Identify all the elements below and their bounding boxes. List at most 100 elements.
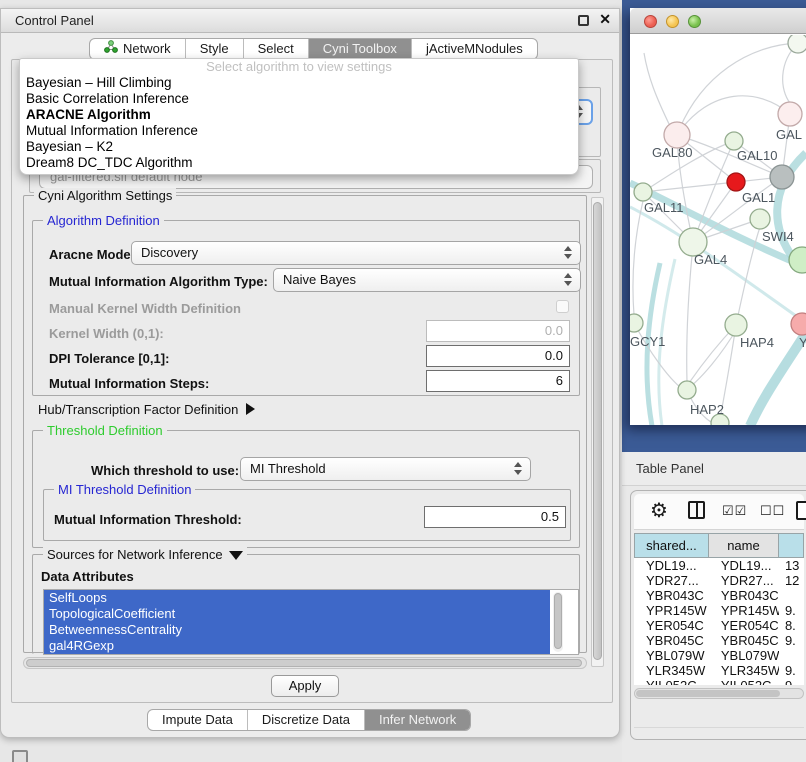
export-table-icon[interactable] (796, 501, 806, 520)
dropdown-item-bayesian-k2[interactable]: Bayesian – K2 (20, 139, 578, 155)
close-traffic-light-icon[interactable] (644, 15, 657, 28)
attribute-selfloops[interactable]: SelfLoops (44, 590, 550, 606)
float-window-icon[interactable] (578, 15, 589, 26)
combo-stepper-icon (564, 246, 573, 259)
network-node-gcy1[interactable] (630, 314, 643, 332)
scrollbar-thumb[interactable] (26, 659, 582, 667)
table-horizontal-scrollbar[interactable] (634, 688, 804, 699)
expanded-arrow-icon[interactable] (229, 551, 243, 560)
dropdown-item-dream8-dc-tdc-algorithm[interactable]: Dream8 DC_TDC Algorithm (20, 155, 578, 171)
table-row[interactable]: YPR145WYPR145W9. (634, 603, 804, 618)
column-header-cut[interactable] (779, 533, 804, 558)
columns-icon[interactable] (688, 501, 705, 519)
dropdown-item-basic-correlation-inference[interactable]: Basic Correlation Inference (20, 91, 578, 107)
show-columns-icon[interactable]: ☑☑ (722, 503, 747, 519)
apply-button[interactable]: Apply (271, 675, 339, 697)
table-row[interactable]: YBR043CYBR043C (634, 588, 804, 603)
network-graph[interactable]: GALGAL80GAL10GAL1GAL11SWI4GAL4GCY1HAP4YH… (630, 35, 806, 425)
tab-cyni-toolbox[interactable]: Cyni Toolbox (309, 39, 412, 59)
table-row[interactable]: YDL19...YDL19...13 (634, 558, 804, 573)
mi-threshold-field[interactable]: 0.5 (424, 506, 566, 528)
mi-type-value: Naive Bayes (283, 272, 356, 287)
network-node-hap2[interactable] (678, 381, 696, 399)
tab-jactivemnodules[interactable]: jActiveMNodules (412, 39, 537, 59)
table-cell: YBR045C (709, 633, 779, 648)
table-panel-titlebar: Table Panel (622, 452, 806, 486)
tab-infer-network[interactable]: Infer Network (365, 710, 470, 730)
network-edge (687, 245, 693, 382)
table-cell: YDL19... (709, 558, 779, 573)
table-row[interactable]: YIL052CYIL052C9 (634, 678, 804, 685)
aracne-mode-value: Discovery (141, 245, 198, 260)
tab-network[interactable]: Network (90, 39, 186, 59)
table-cell: YBL079W (709, 648, 779, 663)
list-vertical-scrollbar[interactable] (553, 592, 563, 652)
attribute-topologicalcoefficient[interactable]: TopologicalCoefficient (44, 606, 550, 622)
attribute-gal4rgexp[interactable]: gal4RGexp (44, 638, 550, 654)
tab-style[interactable]: Style (186, 39, 244, 59)
mi-type-combobox[interactable]: Naive Bayes (273, 268, 581, 292)
attribute-betweennesscentrality[interactable]: BetweennessCentrality (44, 622, 550, 638)
table-cell: YDL19... (634, 558, 709, 573)
column-header-name[interactable]: name (709, 533, 779, 558)
scrollbar-thumb[interactable] (636, 690, 780, 697)
node-label-gal: GAL (776, 127, 802, 142)
scrollbar-thumb[interactable] (593, 202, 602, 660)
tab-discretize-data[interactable]: Discretize Data (248, 710, 365, 730)
table-row[interactable]: YDR27...YDR27...12 (634, 573, 804, 588)
close-icon[interactable]: ✕ (599, 11, 611, 28)
network-node-y[interactable] (791, 313, 806, 335)
network-node-gal11[interactable] (634, 183, 652, 201)
table-window: ⚙ ☑☑ ☐☐ shared...name YDL19...YDL19...13… (630, 490, 806, 740)
gear-icon[interactable]: ⚙ (650, 498, 668, 523)
data-attributes-list[interactable]: SelfLoopsTopologicalCoefficientBetweenne… (43, 589, 579, 655)
combo-stepper-icon (564, 273, 573, 286)
aracne-mode-combobox[interactable]: Discovery (131, 241, 581, 265)
table-cell: YIL052C (709, 678, 779, 685)
table-row[interactable]: YER054CYER054C8. (634, 618, 804, 633)
zoom-traffic-light-icon[interactable] (688, 15, 701, 28)
dropdown-items: Bayesian – Hill ClimbingBasic Correlatio… (20, 75, 578, 171)
manual-kernel-checkbox[interactable] (556, 300, 569, 313)
network-node[interactable] (788, 35, 806, 53)
scrollbar-thumb[interactable] (554, 593, 562, 649)
network-node-gal1[interactable] (727, 173, 745, 191)
combo-stepper-icon (514, 462, 523, 475)
network-node-swi4[interactable] (750, 209, 770, 229)
dropdown-item-aracne-algorithm[interactable]: ARACNE Algorithm (20, 107, 578, 123)
dropdown-item-bayesian-hill-climbing[interactable]: Bayesian – Hill Climbing (20, 75, 578, 91)
minimize-traffic-light-icon[interactable] (666, 15, 679, 28)
table-row[interactable]: YLR345WYLR345W9. (634, 663, 804, 678)
mi-steps-field[interactable]: 6 (426, 370, 570, 392)
network-node[interactable] (770, 165, 794, 189)
network-node-hap4[interactable] (725, 314, 747, 336)
dropdown-placeholder: Select algorithm to view settings (20, 59, 578, 75)
kernel-width-field[interactable]: 0.0 (426, 320, 570, 342)
table-body: YDL19...YDL19...13YDR27...YDR27...12YBR0… (634, 558, 804, 685)
network-window-titlebar[interactable] (630, 8, 806, 34)
which-threshold-combobox[interactable]: MI Threshold (240, 457, 531, 481)
collapsed-panel-icon[interactable] (12, 750, 28, 762)
group-title: MI Threshold Definition (54, 482, 195, 497)
table-row[interactable]: YBL079WYBL079W (634, 648, 804, 663)
network-node-gal[interactable] (778, 102, 802, 126)
column-header-shared[interactable]: shared... (634, 533, 709, 558)
dpi-tolerance-field[interactable]: 0.0 (426, 345, 570, 367)
node-label-gal10: GAL10 (737, 148, 777, 163)
table-window-footer (634, 727, 804, 735)
mi-threshold-label: Mutual Information Threshold: (54, 512, 242, 527)
table-row[interactable]: YBR045CYBR045C9. (634, 633, 804, 648)
dropdown-item-mutual-information-inference[interactable]: Mutual Information Inference (20, 123, 578, 139)
group-title: Algorithm Definition (43, 213, 164, 228)
table-cell: YER054C (634, 618, 709, 633)
tab-label: Cyni Toolbox (323, 39, 397, 59)
tab-select[interactable]: Select (244, 39, 309, 59)
network-canvas[interactable]: GALGAL80GAL10GAL1GAL11SWI4GAL4GCY1HAP4YH… (630, 35, 806, 425)
hub-definition-toggle[interactable]: Hub/Transcription Factor Definition (38, 402, 255, 417)
tab-impute-data[interactable]: Impute Data (148, 710, 248, 730)
hide-columns-icon[interactable]: ☐☐ (760, 503, 785, 519)
group-title: Cyni Algorithm Settings (34, 188, 176, 203)
settings-vertical-scrollbar[interactable] (591, 197, 604, 667)
settings-horizontal-scrollbar[interactable] (23, 657, 587, 669)
kernel-width-label: Kernel Width (0,1): (49, 326, 164, 341)
